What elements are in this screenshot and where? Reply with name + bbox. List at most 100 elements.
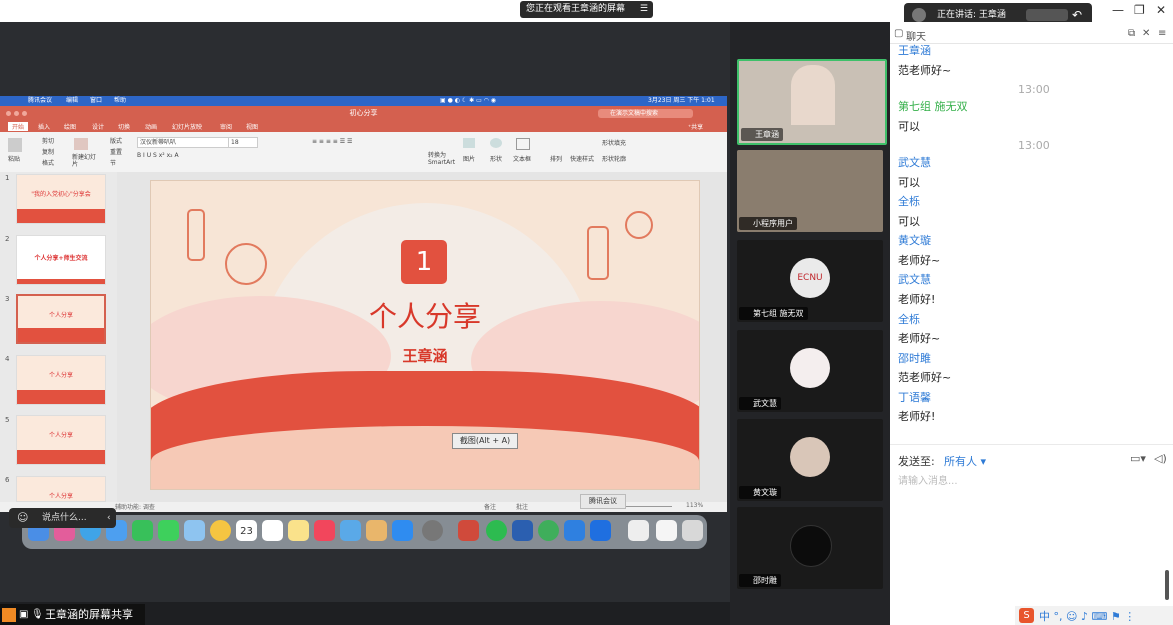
file-icon[interactable]: ▭▾ (1130, 452, 1146, 465)
notes-button[interactable]: 备注 (484, 502, 496, 511)
shape-outline-button[interactable]: 形状轮廓 (602, 154, 626, 163)
say-something-input[interactable]: 说点什么... (42, 508, 87, 528)
shape-fill-button[interactable]: 形状填充 (602, 138, 626, 147)
copy-button[interactable]: 复制 (42, 147, 54, 156)
keynote-icon[interactable] (340, 520, 361, 541)
slide-thumbnail-selected[interactable]: 个人分享 (16, 294, 106, 344)
menubar-item[interactable]: 编辑 (66, 96, 78, 106)
video-tile[interactable]: 小程序用户 (737, 150, 883, 232)
pages-icon[interactable] (366, 520, 387, 541)
chat-input[interactable]: 请输入消息... (898, 472, 958, 487)
picture-icon[interactable] (463, 138, 475, 148)
slide-thumbnail[interactable]: "我的入党初心"分享会 (16, 174, 106, 224)
chat-scrollbar[interactable] (1165, 570, 1169, 600)
word-icon[interactable] (512, 520, 533, 541)
textbox-icon[interactable] (516, 138, 530, 150)
traffic-light-icon[interactable] (22, 111, 27, 116)
format-text-icons[interactable]: B I U S x² x₂ A (137, 152, 179, 159)
video-tile[interactable]: 邵时雕 (737, 507, 883, 589)
say-something-bar[interactable]: ☺ 说点什么... ‹ (9, 508, 116, 528)
tab-slideshow[interactable]: 幻灯片放映 (172, 122, 202, 131)
new-slide-label[interactable]: 新建幻灯片 (72, 154, 98, 168)
app-store-icon[interactable] (392, 520, 413, 541)
tencent-meeting-icon[interactable] (590, 520, 611, 541)
traffic-light-icon[interactable] (14, 111, 19, 116)
font-select[interactable]: 汉仪新蒂叭叭 (137, 137, 229, 148)
video-tile[interactable]: 王章涵 (737, 59, 887, 145)
format-button[interactable]: 格式 (42, 158, 54, 167)
arrange-label[interactable]: 排列 (550, 154, 562, 163)
layout-button[interactable]: 版式 (110, 136, 122, 145)
video-tile[interactable]: 武文慧 (737, 330, 883, 412)
reminders-icon[interactable] (262, 520, 283, 541)
trash-icon[interactable] (682, 520, 703, 541)
close-icon[interactable]: ✕ (1142, 28, 1150, 39)
reset-button[interactable]: 重置 (110, 147, 122, 156)
accessibility-status[interactable]: 辅助功能: 调查 (115, 502, 155, 511)
downloads-icon[interactable] (628, 520, 649, 541)
tab-design[interactable]: 设计 (92, 122, 104, 131)
system-preferences-icon[interactable] (422, 520, 443, 541)
slide-thumbnail[interactable]: 个人分享 (16, 355, 106, 405)
tab-transitions[interactable]: 切换 (118, 122, 130, 131)
slide-thumbnail[interactable]: 个人分享+师生交流 (16, 235, 106, 285)
emoji-icon[interactable]: ☺ (17, 508, 28, 528)
zoom-level[interactable]: 113% (686, 502, 703, 509)
viewing-screen-banner[interactable]: 您正在观看王章涵的屏幕 ☰ (520, 1, 653, 18)
convert-smartart-button[interactable]: 转换为SmartArt (428, 152, 455, 166)
tab-insert[interactable]: 插入 (38, 122, 50, 131)
restore-icon[interactable]: ❐ (1134, 3, 1145, 17)
calendar-icon[interactable]: 23 (236, 520, 257, 541)
close-icon[interactable]: ✕ (1156, 3, 1166, 17)
tab-home[interactable]: 开始 (8, 122, 29, 131)
wechat-icon[interactable] (486, 520, 507, 541)
document-icon[interactable] (656, 520, 677, 541)
tab-draw[interactable]: 绘图 (64, 122, 76, 131)
messages-icon[interactable] (158, 520, 179, 541)
picture-label[interactable]: 图片 (463, 154, 475, 163)
slide-thumbnail[interactable]: 个人分享 (16, 476, 106, 502)
sogou-icon[interactable]: S (1019, 608, 1034, 623)
menu-icon[interactable]: ☰ (640, 1, 648, 18)
paste-icon[interactable] (8, 138, 22, 152)
video-tile[interactable]: ECNU 第七组 施无双 (737, 240, 883, 322)
tab-animations[interactable]: 动画 (145, 122, 157, 131)
minimize-icon[interactable]: — (1112, 3, 1124, 17)
slide-thumbnail[interactable]: 个人分享 (16, 415, 106, 465)
tab-review[interactable]: 审阅 (220, 122, 232, 131)
comments-button[interactable]: 批注 (516, 502, 528, 511)
quick-styles-label[interactable]: 快速样式 (570, 154, 594, 163)
new-slide-icon[interactable] (74, 138, 88, 150)
ime-toolbar-icons[interactable]: 中 °, ☺ ♪ ⌨ ⚑ ⋮ (1039, 608, 1135, 624)
music-icon[interactable] (314, 520, 335, 541)
cut-button[interactable]: 剪切 (42, 136, 54, 145)
collapse-icon[interactable]: ‹ (107, 508, 111, 528)
traffic-light-icon[interactable] (6, 111, 11, 116)
current-slide[interactable]: 1 个人分享 王章涵 (150, 180, 700, 490)
section-button[interactable]: 节 (110, 158, 116, 167)
menubar-item[interactable]: 窗口 (90, 96, 102, 106)
video-tile[interactable]: 黄文璇 (737, 419, 883, 501)
paragraph-icons[interactable]: ≡ ≡ ≡ ≡ ☰ ☰ (312, 138, 352, 145)
notes-app-icon[interactable] (288, 520, 309, 541)
share-button[interactable]: ⁺共享 (688, 122, 703, 131)
facetime-icon[interactable] (132, 520, 153, 541)
shape-label[interactable]: 形状 (490, 154, 502, 163)
shape-icon[interactable] (490, 138, 502, 148)
font-size-select[interactable]: 18 (228, 137, 258, 148)
photos-icon[interactable] (210, 520, 231, 541)
send-to-select[interactable]: 所有人 ▾ (944, 453, 986, 469)
speaker-icon[interactable]: ◁) (1154, 452, 1167, 465)
textbox-label[interactable]: 文本框 (513, 154, 531, 163)
tab-view[interactable]: 视图 (246, 122, 258, 131)
zoom-slider[interactable] (620, 506, 672, 507)
menubar-app[interactable]: 腾讯会议 (28, 96, 52, 106)
popout-icon[interactable]: ⧉ (1128, 28, 1135, 39)
ppt-search-input[interactable]: 在演示文稿中搜索 (598, 109, 693, 118)
powerpoint-icon[interactable] (458, 520, 479, 541)
menubar-item[interactable]: 帮助 (114, 96, 126, 106)
maps-icon[interactable] (184, 520, 205, 541)
browser-icon[interactable] (538, 520, 559, 541)
paste-label[interactable]: 粘贴 (8, 154, 20, 163)
menu-icon[interactable]: ≡ (1158, 28, 1166, 39)
